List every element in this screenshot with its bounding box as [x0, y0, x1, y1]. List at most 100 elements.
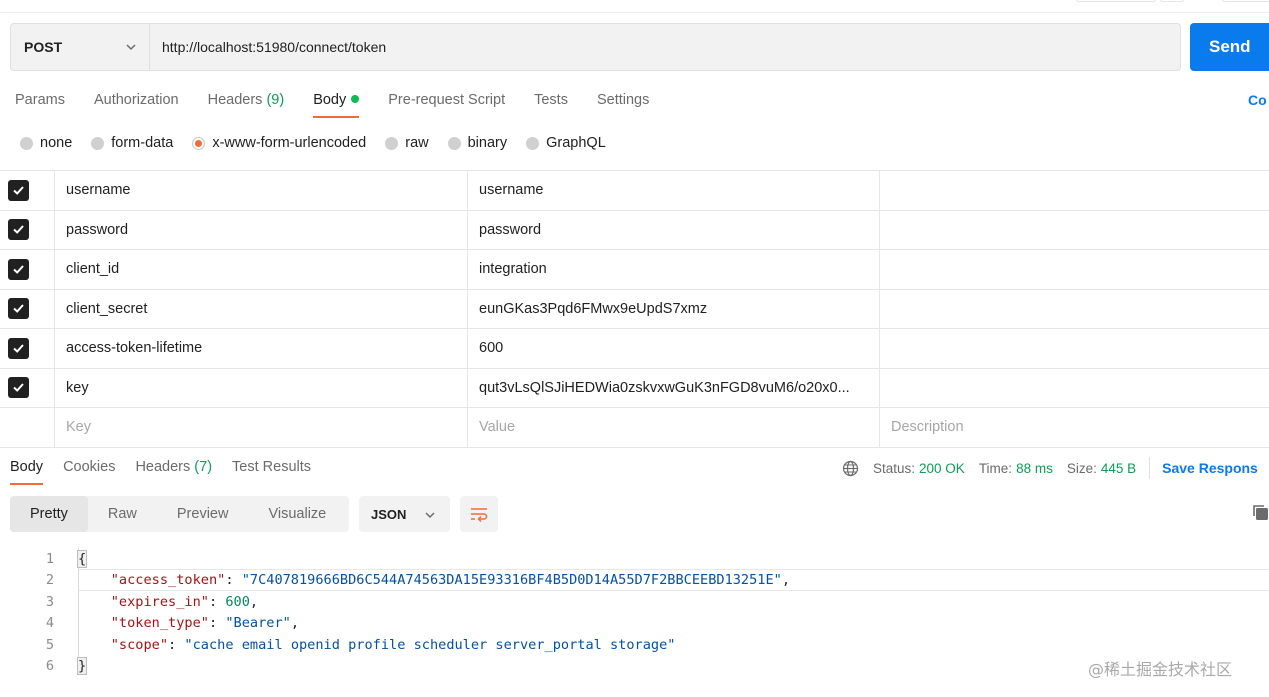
checkbox[interactable] — [8, 179, 29, 201]
toolbar-button[interactable] — [1076, 0, 1156, 2]
tab-count: (7) — [194, 459, 213, 475]
key-placeholder: Key — [66, 419, 91, 436]
url-text: http://localhost:51980/connect/token — [162, 39, 387, 55]
check-icon — [13, 344, 24, 353]
value-placeholder: Value — [479, 419, 516, 436]
description-field[interactable] — [880, 369, 1269, 408]
code-line: 6} — [0, 656, 1269, 678]
json-key: "access_token" — [110, 572, 226, 589]
description-field[interactable] — [880, 171, 1269, 210]
value-input[interactable]: Value — [468, 408, 880, 447]
value-field[interactable]: password — [468, 210, 880, 249]
radio-circle-selected — [192, 136, 206, 150]
code-text: "scope": "cache email openid profile sch… — [110, 636, 676, 653]
code-line: 1{ — [0, 548, 1269, 570]
json-value: "Bearer" — [225, 615, 291, 632]
description-placeholder: Description — [891, 419, 964, 436]
tab-tests[interactable]: Tests — [534, 88, 568, 118]
radio-raw[interactable]: raw — [385, 135, 429, 151]
radio-binary[interactable]: binary — [447, 135, 507, 151]
radio-none[interactable]: none — [20, 135, 72, 151]
radio-label: form-data — [111, 135, 174, 151]
method-select[interactable]: POST — [11, 24, 150, 70]
tab-headers[interactable]: Headers (9) — [208, 88, 285, 118]
key-field[interactable]: key — [55, 368, 468, 407]
radio-graphql[interactable]: GraphQL — [526, 135, 606, 151]
key-field[interactable]: access-token-lifetime — [55, 329, 468, 368]
tab-body[interactable]: Body — [313, 88, 360, 118]
description-field[interactable] — [880, 290, 1269, 329]
tab-label: Body — [10, 459, 44, 475]
view-raw[interactable]: Raw — [88, 496, 157, 532]
copy-icon[interactable] — [1252, 504, 1269, 521]
key-input[interactable]: Key — [55, 408, 468, 447]
checkbox[interactable] — [8, 219, 29, 241]
tab-authorization[interactable]: Authorization — [94, 88, 179, 118]
description-field[interactable] — [880, 211, 1269, 250]
tab-test-results[interactable]: Test Results — [232, 455, 311, 485]
tab-response-cookies[interactable]: Cookies — [63, 455, 115, 485]
view-preview[interactable]: Preview — [157, 496, 249, 532]
tab-params[interactable]: Params — [15, 88, 65, 118]
radio-x-www-form-urlencoded[interactable]: x-www-form-urlencoded — [192, 135, 366, 151]
divider — [1149, 457, 1151, 479]
value-field[interactable]: username — [468, 171, 880, 210]
check-icon — [13, 304, 24, 314]
description-input[interactable]: Description — [880, 408, 1269, 447]
key-field[interactable]: client_id — [55, 250, 468, 289]
radio-label: raw — [405, 135, 429, 151]
value-text: password — [479, 221, 542, 238]
check-cell — [0, 289, 55, 328]
open-brace: { — [76, 549, 88, 568]
toolbar-button[interactable] — [1160, 0, 1184, 2]
send-label: Send — [1209, 37, 1251, 56]
checkbox[interactable] — [8, 337, 29, 359]
params-table: username username password password clie… — [0, 170, 1269, 448]
cookies-link[interactable]: Co — [1248, 92, 1267, 108]
view-pretty[interactable]: Pretty — [10, 496, 88, 532]
key-field[interactable]: client_secret — [55, 289, 468, 328]
format-select[interactable]: JSON — [359, 496, 450, 532]
value-text: 600 — [479, 340, 504, 357]
tab-response-headers[interactable]: Headers (7) — [135, 455, 212, 485]
check-cell — [0, 250, 55, 289]
code-text: "access_token": "7C407819666BD6C544A7456… — [110, 572, 791, 589]
tab-label: Tests — [534, 92, 568, 108]
tab-label: Authorization — [93, 92, 179, 108]
value-field[interactable]: qut3vLsQlSJiHEDWia0zskvxwGuK3nFGD8vuM6/o… — [468, 368, 880, 407]
key-field[interactable]: password — [55, 210, 468, 249]
value-field[interactable]: integration — [468, 250, 880, 289]
send-button[interactable]: Send — [1190, 23, 1269, 71]
globe-icon[interactable] — [842, 460, 859, 477]
radio-circle — [385, 136, 399, 150]
tab-pre-request-script[interactable]: Pre-request Script — [388, 88, 505, 118]
response-code[interactable]: 1{ 2 "access_token": "7C407819666BD6C544… — [0, 548, 1269, 677]
checkbox[interactable] — [8, 298, 29, 320]
code-line: 2 "access_token": "7C407819666BD6C544A74… — [0, 570, 1269, 592]
green-dot-icon — [351, 95, 360, 103]
tab-label: Test Results — [232, 459, 312, 475]
description-field[interactable] — [880, 329, 1269, 368]
key-field[interactable]: username — [55, 171, 468, 210]
value-text: username — [479, 182, 544, 199]
json-key: "scope" — [110, 636, 169, 653]
status-value: 200 OK — [919, 460, 965, 476]
value-field[interactable]: 600 — [468, 329, 880, 368]
value-field[interactable]: eunGKas3Pqd6FMwx9eUpdS7xmz — [468, 289, 880, 328]
tab-settings[interactable]: Settings — [597, 88, 649, 118]
method-label: POST — [24, 39, 63, 55]
description-field[interactable] — [880, 250, 1269, 289]
chevron-down-icon — [126, 44, 136, 51]
tab-response-body[interactable]: Body — [10, 455, 44, 485]
save-response-button[interactable]: Save Respons — [1162, 460, 1258, 476]
checkbox[interactable] — [8, 377, 29, 399]
json-value: 600 — [225, 593, 250, 610]
radio-form-data[interactable]: form-data — [91, 135, 173, 151]
toolbar-button[interactable] — [1222, 0, 1269, 2]
url-input[interactable]: http://localhost:51980/connect/token — [150, 24, 1180, 70]
checkbox[interactable] — [8, 258, 29, 280]
wrap-lines-button[interactable] — [460, 496, 498, 532]
view-visualize[interactable]: Visualize — [248, 496, 346, 532]
key-text: password — [66, 221, 129, 238]
line-number: 5 — [45, 636, 54, 653]
